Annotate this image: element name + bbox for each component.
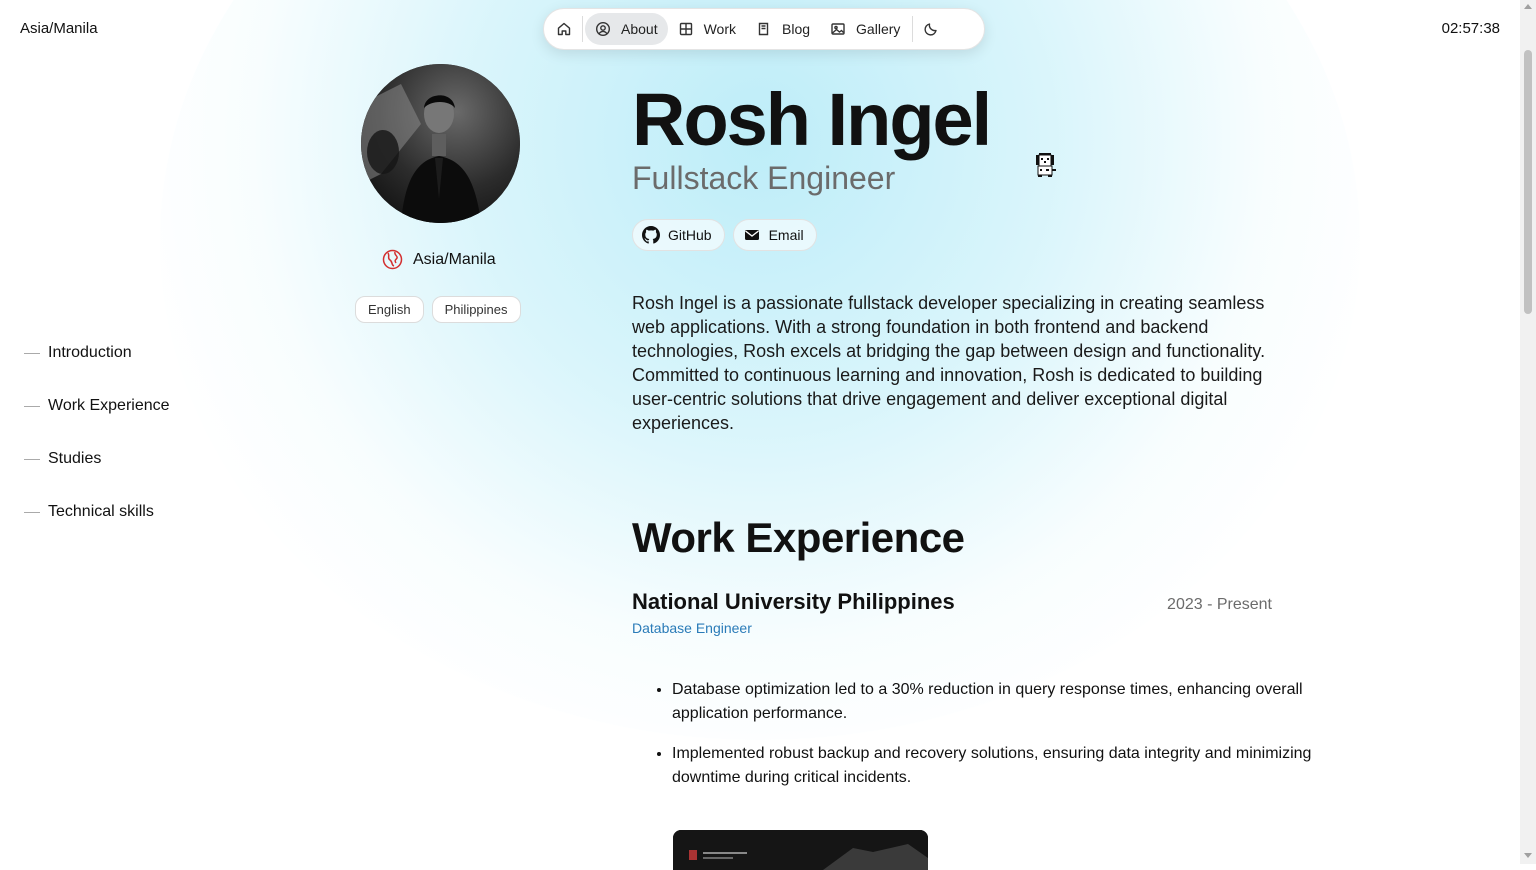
- nav-blog-label: Blog: [782, 21, 811, 37]
- toc-label: Introduction: [48, 344, 132, 361]
- avatar: [361, 64, 520, 223]
- email-icon: [743, 226, 761, 244]
- nav-work-button[interactable]: Work: [668, 13, 746, 45]
- table-of-contents: Introduction Work Experience Studies Tec…: [24, 343, 170, 555]
- toc-item-technical-skills[interactable]: Technical skills: [24, 502, 170, 522]
- toc-dash: [24, 511, 40, 513]
- globe-icon: [382, 249, 403, 270]
- achievements-list: Database optimization led to a 30% reduc…: [632, 678, 1312, 806]
- nav-work-label: Work: [703, 21, 737, 37]
- list-item: Implemented robust backup and recovery s…: [672, 742, 1312, 790]
- scroll-up-arrow-icon[interactable]: [1524, 4, 1532, 9]
- gallery-icon: [830, 21, 846, 37]
- company-name: National University Philippines: [632, 589, 955, 614]
- project-screenshot[interactable]: [673, 830, 928, 870]
- list-item: Database optimization led to a 30% reduc…: [672, 678, 1312, 726]
- profile-name: Rosh Ingel: [632, 78, 992, 161]
- position-title: Database Engineer: [632, 620, 752, 636]
- toc-dash: [24, 352, 40, 354]
- scroll-down-arrow-icon[interactable]: [1524, 853, 1532, 858]
- github-button[interactable]: GitHub: [632, 219, 725, 251]
- clock: 02:57:38: [1441, 20, 1500, 37]
- toc-dash: [24, 458, 40, 460]
- home-icon: [556, 21, 572, 37]
- book-icon: [756, 21, 772, 37]
- nav-gallery-button[interactable]: Gallery: [820, 13, 910, 45]
- email-button[interactable]: Email: [732, 219, 817, 251]
- grid-icon: [678, 21, 694, 37]
- toc-label: Studies: [48, 450, 102, 467]
- nav-blog-button[interactable]: Blog: [746, 13, 820, 45]
- github-icon: [642, 226, 660, 244]
- toc-label: Technical skills: [48, 503, 154, 520]
- work-period: 2023 - Present: [1167, 596, 1272, 613]
- timezone-label: Asia/Manila: [20, 20, 98, 37]
- email-label: Email: [768, 227, 804, 243]
- nav-about-button[interactable]: About: [585, 13, 668, 45]
- location-label: Asia/Manila: [413, 250, 496, 268]
- bio-paragraph: Rosh Ingel is a passionate fullstack dev…: [632, 293, 1266, 433]
- top-navigation: About Work Blog Gallery: [543, 8, 985, 50]
- toc-item-introduction[interactable]: Introduction: [24, 343, 170, 363]
- pixel-dog-icon: [1030, 150, 1060, 185]
- nav-separator: [912, 16, 914, 42]
- toc-label: Work Experience: [48, 397, 170, 414]
- location: Asia/Manila: [382, 249, 496, 270]
- language-tag: Philippines: [431, 296, 521, 323]
- github-label: GitHub: [668, 227, 712, 243]
- nav-about-label: About: [621, 21, 658, 37]
- moon-icon: [923, 21, 939, 37]
- language-tags: English Philippines: [355, 296, 521, 323]
- theme-toggle-button[interactable]: [915, 13, 947, 45]
- nav-gallery-label: Gallery: [856, 21, 901, 37]
- page-scrollbar[interactable]: [1520, 0, 1536, 864]
- social-links: GitHub Email: [632, 219, 817, 251]
- profile-role: Fullstack Engineer: [632, 160, 896, 196]
- nav-separator: [582, 16, 583, 42]
- work-experience-heading: Work Experience: [632, 514, 965, 561]
- nav-home-button[interactable]: [548, 13, 580, 45]
- language-tag: English: [355, 296, 424, 323]
- user-circle-icon: [595, 21, 611, 37]
- toc-item-studies[interactable]: Studies: [24, 449, 170, 469]
- toc-dash: [24, 405, 40, 407]
- scrollbar-thumb[interactable]: [1524, 50, 1532, 314]
- toc-item-work-experience[interactable]: Work Experience: [24, 396, 170, 416]
